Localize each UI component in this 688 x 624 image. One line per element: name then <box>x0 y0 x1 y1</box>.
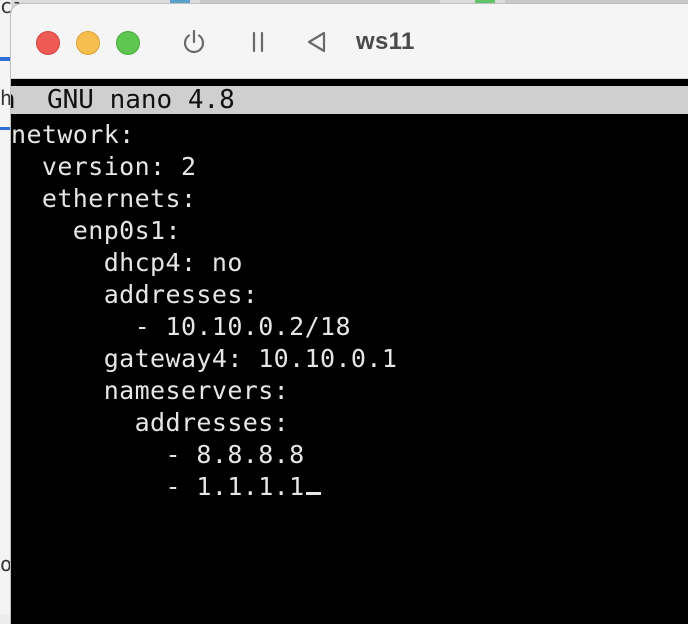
editor-line: network: <box>11 120 135 149</box>
background-selection-mark <box>0 127 10 130</box>
terminal-editor[interactable]: network: version: 2 ethernets: enp0s1: d… <box>11 114 688 624</box>
editor-line: addresses: <box>11 280 259 309</box>
editor-line-with-cursor: - 1.1.1.1 <box>11 472 321 501</box>
editor-line: - 10.10.0.2/18 <box>11 312 351 341</box>
editor-line: - 1.1.1.1 <box>11 472 305 501</box>
zoom-button[interactable] <box>116 31 140 55</box>
editor-line: version: 2 <box>11 152 197 181</box>
text-cursor <box>305 492 321 495</box>
minimize-button[interactable] <box>76 31 100 55</box>
editor-line: ethernets: <box>11 184 197 213</box>
editor-line: enp0s1: <box>11 216 181 245</box>
editor-line: gateway4: 10.10.0.1 <box>11 344 398 373</box>
title-bar[interactable]: ws11 <box>11 4 688 79</box>
nano-header-bar: h GNU nano 4.8 <box>11 85 688 115</box>
close-button[interactable] <box>36 31 60 55</box>
editor-line: addresses: <box>11 408 290 437</box>
power-icon[interactable] <box>180 28 208 56</box>
nano-header-text: h GNU nano 4.8 <box>11 85 235 115</box>
nano-header-prefix: h <box>11 85 16 115</box>
background-selection-mark <box>0 57 10 61</box>
vm-window: ws11 h GNU nano 4.8 network: version: 2 … <box>11 4 688 624</box>
pause-icon[interactable] <box>244 28 272 56</box>
back-triangle-icon[interactable] <box>303 28 331 56</box>
nano-version-label: GNU nano 4.8 <box>46 85 235 115</box>
window-title: ws11 <box>356 28 415 55</box>
editor-line: nameservers: <box>11 376 290 405</box>
editor-line: dhcp4: no <box>11 248 243 277</box>
editor-line: - 8.8.8.8 <box>11 440 305 469</box>
